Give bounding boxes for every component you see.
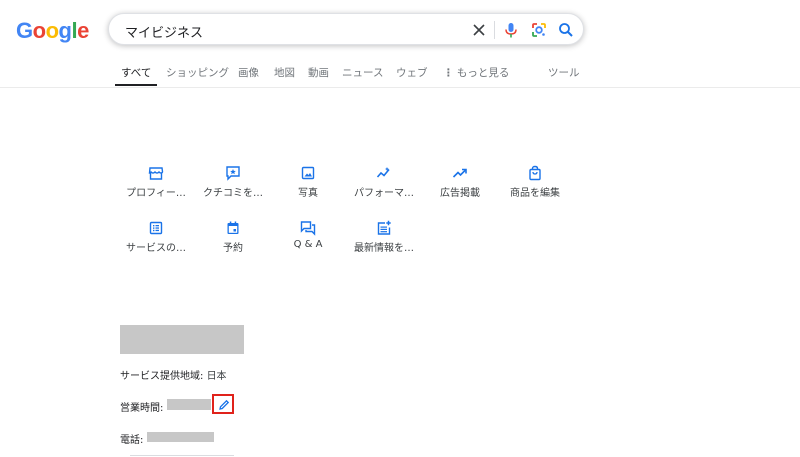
action-profile[interactable]: プロフィー…: [118, 165, 194, 199]
qa-chat-icon: [300, 220, 316, 236]
action-photos[interactable]: 写真: [270, 165, 346, 199]
post-add-icon: [376, 220, 392, 236]
google-logo[interactable]: Google: [16, 18, 89, 44]
list-icon: [148, 220, 164, 236]
phone-row: 電話:: [120, 431, 143, 446]
action-label: サービスの…: [126, 243, 186, 254]
action-label: 最新情報を…: [354, 243, 414, 254]
logo-letter: o: [32, 18, 46, 43]
storefront-icon: [148, 165, 164, 181]
trending-up-icon: [452, 165, 468, 181]
tab-images[interactable]: 画像: [238, 65, 259, 80]
service-area-value: 日本: [206, 371, 227, 382]
hours-label: 営業時間:: [120, 403, 164, 414]
action-performance[interactable]: パフォーマ…: [346, 165, 422, 199]
google-lens-icon[interactable]: [529, 20, 549, 40]
tab-web[interactable]: ウェブ: [396, 65, 428, 80]
photo-icon: [300, 165, 316, 181]
tab-videos[interactable]: 動画: [308, 65, 329, 80]
action-services[interactable]: サービスの…: [118, 220, 194, 254]
redacted-business-name: [120, 325, 244, 354]
action-label: Q & A: [293, 239, 323, 250]
tab-tools[interactable]: ツール: [548, 65, 580, 80]
action-booking[interactable]: 予約: [195, 220, 271, 254]
edit-hours-button[interactable]: [212, 394, 234, 414]
action-edit-products[interactable]: 商品を編集: [497, 165, 573, 199]
tab-maps[interactable]: 地図: [274, 65, 295, 80]
logo-letter: G: [16, 18, 33, 43]
search-icon[interactable]: [556, 20, 576, 40]
section-divider: [130, 455, 234, 456]
action-qa[interactable]: Q & A: [270, 220, 346, 250]
action-post-update[interactable]: 最新情報を…: [346, 220, 422, 254]
tab-news[interactable]: ニュース: [342, 65, 383, 80]
calendar-icon: [225, 220, 241, 236]
service-area-label: サービス提供地域:: [120, 371, 204, 382]
action-label: プロフィー…: [126, 188, 186, 199]
clear-icon[interactable]: [469, 20, 489, 40]
phone-label: 電話:: [120, 435, 144, 446]
search-input[interactable]: マイビジネス: [125, 22, 203, 41]
redacted-hours-value: [167, 399, 211, 410]
review-star-icon: [225, 165, 241, 181]
action-label: 商品を編集: [510, 188, 560, 199]
action-label: 予約: [223, 243, 243, 254]
search-box[interactable]: マイビジネス: [108, 13, 584, 45]
more-vert-icon: ⋮: [443, 67, 454, 79]
hours-row: 営業時間:: [120, 399, 163, 414]
tab-more-label: もっと見る: [456, 67, 510, 79]
microphone-icon[interactable]: [501, 20, 521, 40]
action-ads[interactable]: 広告掲載: [422, 165, 498, 199]
action-label: 写真: [298, 188, 318, 199]
tabs-divider: [0, 87, 800, 88]
shopping-bag-icon: [527, 165, 543, 181]
logo-letter: g: [58, 18, 72, 43]
tab-shopping[interactable]: ショッピング: [166, 65, 229, 80]
tab-all[interactable]: すべて: [121, 65, 151, 80]
logo-letter: o: [45, 18, 59, 43]
action-label: パフォーマ…: [354, 188, 414, 199]
service-area-row: サービス提供地域: 日本: [120, 367, 227, 382]
action-label: クチコミを…: [203, 188, 263, 199]
logo-letter: e: [77, 18, 89, 43]
pencil-icon: [219, 399, 230, 410]
search-tabs: すべて ショッピング 画像 地図 動画 ニュース ウェブ ⋮ もっと見る ツール: [0, 59, 800, 87]
active-tab-indicator: [115, 84, 157, 86]
tab-more[interactable]: ⋮ もっと見る: [443, 65, 509, 80]
redacted-phone-value: [147, 432, 214, 442]
performance-sparkline-icon: [376, 165, 392, 181]
action-label: 広告掲載: [440, 188, 480, 199]
action-reviews[interactable]: クチコミを…: [195, 165, 271, 199]
search-divider: [494, 21, 495, 39]
